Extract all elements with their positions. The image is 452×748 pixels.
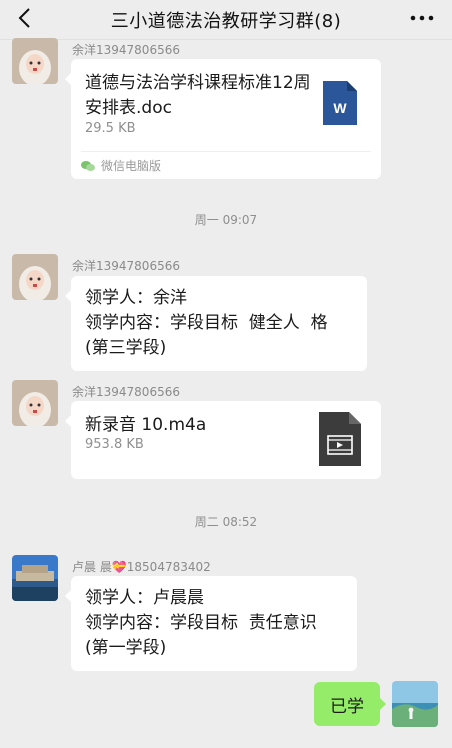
text-message-bubble[interactable]: 领学人：余洋 领学内容：学段目标 健全人 格 (第三学段)	[65, 276, 367, 371]
file-size: 953.8 KB	[85, 437, 144, 452]
sender-name: 余洋13947806566	[72, 385, 180, 399]
video-file-icon	[319, 412, 361, 470]
svg-text:W: W	[333, 100, 347, 116]
file-source-label: 微信电脑版	[101, 159, 162, 173]
self-message-bubble[interactable]: 已学	[314, 682, 386, 726]
self-avatar[interactable]	[392, 681, 438, 727]
message-line: (第三学段)	[85, 338, 167, 358]
sender-avatar[interactable]	[12, 254, 58, 300]
sender-avatar[interactable]	[12, 555, 58, 601]
sender-display-name: 卢晨 晨	[72, 560, 112, 574]
sender-name: 余洋13947806566	[72, 259, 180, 273]
file-name: 道德与法治学科课程标准12周安排表.doc	[85, 73, 311, 118]
wechat-pc-icon	[81, 160, 95, 171]
chat-header: 三小道德法治教研学习群(8)	[0, 0, 452, 40]
back-button[interactable]	[10, 4, 38, 32]
chat-title: 三小道德法治教研学习群(8)	[110, 10, 342, 32]
more-button[interactable]	[406, 4, 438, 32]
file-message-bubble[interactable]: 道德与法治学科课程标准12周安排表.doc 29.5 KB W 微信电脑版	[65, 59, 381, 179]
more-dots-icon	[410, 15, 434, 21]
sender-avatar[interactable]	[12, 380, 58, 426]
word-doc-icon: W	[323, 81, 357, 129]
self-message-text: 已学	[330, 696, 364, 717]
file-size: 29.5 KB	[85, 121, 136, 136]
time-separator: 周二 08:52	[194, 515, 258, 529]
time-separator: 周一 09:07	[194, 213, 258, 227]
text-message-bubble[interactable]: 领学人：卢晨晨 领学内容：学段目标 责任意识 (第一学段)	[65, 576, 357, 671]
sender-phone: 18504783402	[126, 560, 211, 574]
message-line: 领学内容：学段目标 健全人 格	[85, 313, 328, 333]
chevron-left-icon	[18, 8, 30, 28]
message-line: 领学内容：学段目标 责任意识	[85, 613, 317, 633]
file-name: 新录音 10.m4a	[85, 415, 207, 435]
sender-name: 余洋13947806566	[72, 43, 180, 57]
message-line: 领学人：余洋	[85, 288, 187, 308]
file-message-bubble[interactable]: 新录音 10.m4a 953.8 KB	[65, 401, 381, 479]
message-line: 领学人：卢晨晨	[85, 588, 204, 608]
message-line: (第一学段)	[85, 638, 167, 658]
sender-name: 卢晨 晨💝18504783402	[72, 558, 211, 575]
sender-avatar[interactable]	[12, 38, 58, 84]
heart-emoji: 💝	[111, 560, 127, 574]
file-source: 微信电脑版	[81, 151, 371, 179]
